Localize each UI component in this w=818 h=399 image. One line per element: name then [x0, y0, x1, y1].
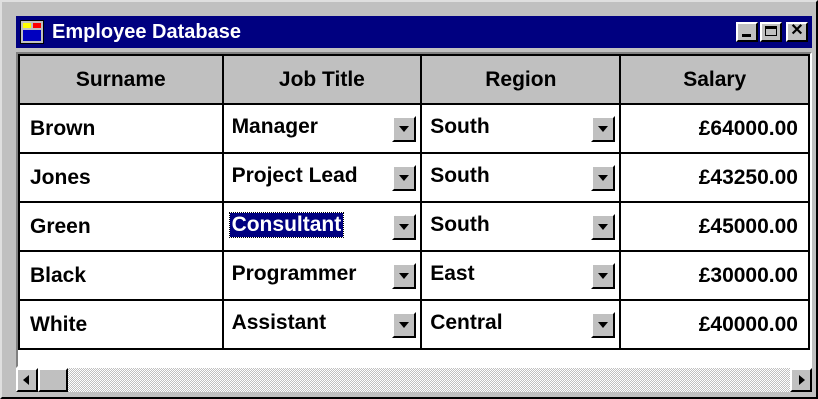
surname-text: Jones	[30, 165, 91, 189]
salary-cell[interactable]: £64000.00	[619, 103, 810, 154]
dropdown-arrow-icon[interactable]	[392, 263, 417, 289]
surname-cell[interactable]: Brown	[18, 103, 224, 154]
job-title-combo[interactable]: Consultant	[224, 204, 421, 249]
dropdown-arrow-icon[interactable]	[392, 214, 417, 240]
surname-text: Brown	[30, 116, 96, 140]
column-header-job-title[interactable]: Job Title	[221, 54, 423, 105]
job-title-cell[interactable]: Project Lead	[221, 152, 423, 203]
dropdown-arrow-icon[interactable]	[591, 312, 616, 338]
close-icon: ✕	[790, 22, 804, 39]
scroll-left-icon[interactable]	[16, 368, 38, 392]
app-icon[interactable]	[20, 20, 44, 44]
window-title: Employee Database	[52, 21, 241, 43]
dropdown-arrow-icon[interactable]	[591, 214, 616, 240]
region-cell[interactable]: South	[420, 103, 622, 154]
salary-cell[interactable]: £40000.00	[619, 299, 810, 350]
region-cell[interactable]: East	[420, 250, 622, 301]
job-title-value: Manager	[231, 115, 318, 138]
table-row: Green Consultant South £45000.00	[18, 201, 810, 252]
job-title-cell[interactable]: Consultant	[221, 201, 423, 252]
region-combo[interactable]: South	[422, 204, 619, 249]
region-value: South	[430, 213, 490, 236]
employee-grid[interactable]: Surname Job Title Region Salary Brown Ma…	[16, 52, 812, 368]
job-title-combo[interactable]: Programmer	[224, 253, 421, 298]
column-header-salary[interactable]: Salary	[619, 54, 810, 105]
dropdown-arrow-icon[interactable]	[591, 165, 616, 191]
salary-text: £64000.00	[698, 116, 798, 140]
job-title-value: Assistant	[231, 311, 327, 334]
table-row: Black Programmer East £30000.00	[18, 250, 810, 301]
surname-text: White	[30, 312, 88, 336]
dropdown-arrow-icon[interactable]	[591, 116, 616, 142]
employee-table: Surname Job Title Region Salary Brown Ma…	[18, 54, 810, 350]
salary-text: £45000.00	[698, 214, 798, 238]
column-header-surname[interactable]: Surname	[18, 54, 224, 105]
salary-text: £40000.00	[698, 312, 798, 336]
region-cell[interactable]: South	[420, 201, 622, 252]
minimize-icon	[742, 34, 751, 37]
region-combo[interactable]: East	[422, 253, 619, 298]
job-title-cell[interactable]: Manager	[221, 103, 423, 154]
salary-cell[interactable]: £30000.00	[619, 250, 810, 301]
employee-database-window: Employee Database ✕ Surname Job Title Re…	[0, 0, 818, 399]
surname-cell[interactable]: Green	[18, 201, 224, 252]
salary-cell[interactable]: £45000.00	[619, 201, 810, 252]
region-cell[interactable]: Central	[420, 299, 622, 350]
horizontal-scrollbar[interactable]	[16, 368, 812, 392]
scrollbar-thumb[interactable]	[38, 368, 68, 392]
table-row: Brown Manager South £64000.00	[18, 103, 810, 154]
table-row: Jones Project Lead South £43250.00	[18, 152, 810, 203]
job-title-value: Project Lead	[231, 164, 358, 187]
dropdown-arrow-icon[interactable]	[392, 165, 417, 191]
header-row: Surname Job Title Region Salary	[18, 54, 810, 105]
salary-text: £43250.00	[698, 165, 798, 189]
scroll-right-icon[interactable]	[790, 368, 812, 392]
minimize-button[interactable]	[736, 22, 758, 42]
maximize-button[interactable]	[760, 22, 782, 42]
surname-cell[interactable]: Black	[18, 250, 224, 301]
job-title-cell[interactable]: Assistant	[221, 299, 423, 350]
job-title-value-selected: Consultant	[228, 212, 345, 238]
region-cell[interactable]: South	[420, 152, 622, 203]
region-combo[interactable]: South	[422, 106, 619, 151]
job-title-cell[interactable]: Programmer	[221, 250, 423, 301]
dropdown-arrow-icon[interactable]	[392, 312, 417, 338]
dropdown-arrow-icon[interactable]	[591, 263, 616, 289]
surname-text: Green	[30, 214, 91, 238]
salary-cell[interactable]: £43250.00	[619, 152, 810, 203]
title-bar[interactable]: Employee Database ✕	[16, 16, 812, 48]
region-value: South	[430, 115, 490, 138]
job-title-combo[interactable]: Project Lead	[224, 155, 421, 200]
region-combo[interactable]: Central	[422, 302, 619, 347]
region-value: East	[430, 262, 475, 285]
region-value: South	[430, 164, 490, 187]
maximize-icon	[765, 26, 777, 36]
surname-cell[interactable]: White	[18, 299, 224, 350]
region-combo[interactable]: South	[422, 155, 619, 200]
job-title-value: Programmer	[231, 262, 357, 285]
job-title-combo[interactable]: Manager	[224, 106, 421, 151]
region-value: Central	[430, 311, 503, 334]
job-title-combo[interactable]: Assistant	[224, 302, 421, 347]
surname-cell[interactable]: Jones	[18, 152, 224, 203]
table-row: White Assistant Central £40000.00	[18, 299, 810, 350]
column-header-region[interactable]: Region	[420, 54, 622, 105]
surname-text: Black	[30, 263, 87, 287]
dropdown-arrow-icon[interactable]	[392, 116, 417, 142]
close-button[interactable]: ✕	[786, 22, 808, 42]
salary-text: £30000.00	[698, 263, 798, 287]
